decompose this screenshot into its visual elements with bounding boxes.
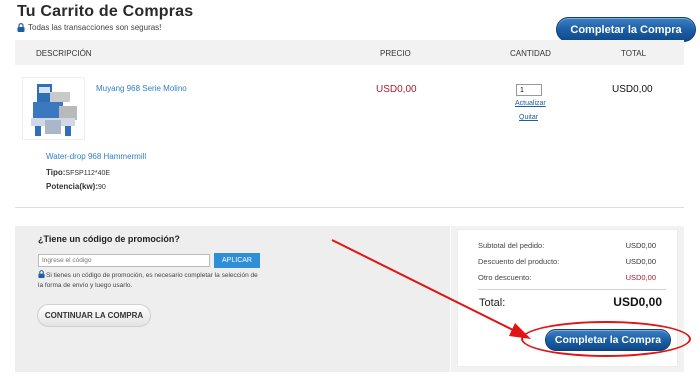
item-total: USD0,00 [612, 84, 653, 95]
discount-value: USD0,00 [625, 257, 656, 266]
secure-note: Todas las transacciones son seguras! [17, 23, 161, 32]
total-value: USD0,00 [613, 295, 662, 309]
apply-button[interactable]: APLICAR [214, 253, 260, 268]
tipo-value: SFSP112*40E [65, 170, 111, 177]
subtotal-label: Subtotal del pedido: [478, 241, 545, 250]
product-name-link[interactable]: Muyang 968 Serie Molino [96, 84, 187, 93]
column-quantity: CANTIDAD [510, 49, 551, 58]
summary-separator [478, 289, 666, 290]
tipo-label: Tipo: [46, 168, 66, 177]
continue-shopping-button[interactable]: CONTINUAR LA COMPRA [37, 304, 151, 327]
cart-table-header: DESCRIPCIÓN PRECIO CANTIDAD TOTAL [15, 40, 684, 65]
secure-note-text: Todas las transacciones son seguras! [28, 23, 162, 32]
potencia-value: 90 [98, 184, 106, 191]
column-description: DESCRIPCIÓN [36, 49, 92, 58]
item-price: USD0,00 [376, 84, 417, 95]
other-discount-value: USD0,00 [625, 273, 656, 282]
attribute-potencia: Potencia(kw):90 [46, 182, 106, 191]
section-divider [15, 207, 684, 208]
promo-title: ¿Tiene un código de promoción? [38, 234, 180, 244]
product-image[interactable] [22, 77, 85, 140]
remove-link[interactable]: Quitar [519, 114, 538, 121]
promo-code-input[interactable] [38, 254, 210, 267]
discount-label: Descuento del producto: [478, 257, 560, 266]
attribute-tipo: Tipo:SFSP112*40E [46, 168, 110, 177]
potencia-label: Potencia(kw): [46, 182, 99, 191]
subtotal-value: USD0,00 [625, 241, 656, 250]
page-title: Tu Carrito de Compras [17, 3, 194, 20]
highlight-ellipse [521, 321, 691, 357]
lock-icon [17, 23, 25, 32]
update-link[interactable]: Actualizar [515, 100, 546, 107]
quantity-input[interactable] [516, 84, 542, 96]
variant-name: Water-drop 968 Hammermill [46, 152, 147, 161]
checkout-button-top[interactable]: Completar la Compra [556, 17, 696, 42]
lock-icon [38, 270, 45, 281]
column-price: PRECIO [380, 49, 411, 58]
other-discount-label: Otro descuento: [478, 273, 532, 282]
column-total: TOTAL [621, 49, 647, 58]
promo-note: Si tienes un código de promoción, es nec… [38, 270, 263, 290]
promo-note-text: Si tienes un código de promoción, es nec… [38, 272, 258, 289]
promo-panel [15, 226, 450, 372]
total-label: Total: [479, 297, 506, 309]
